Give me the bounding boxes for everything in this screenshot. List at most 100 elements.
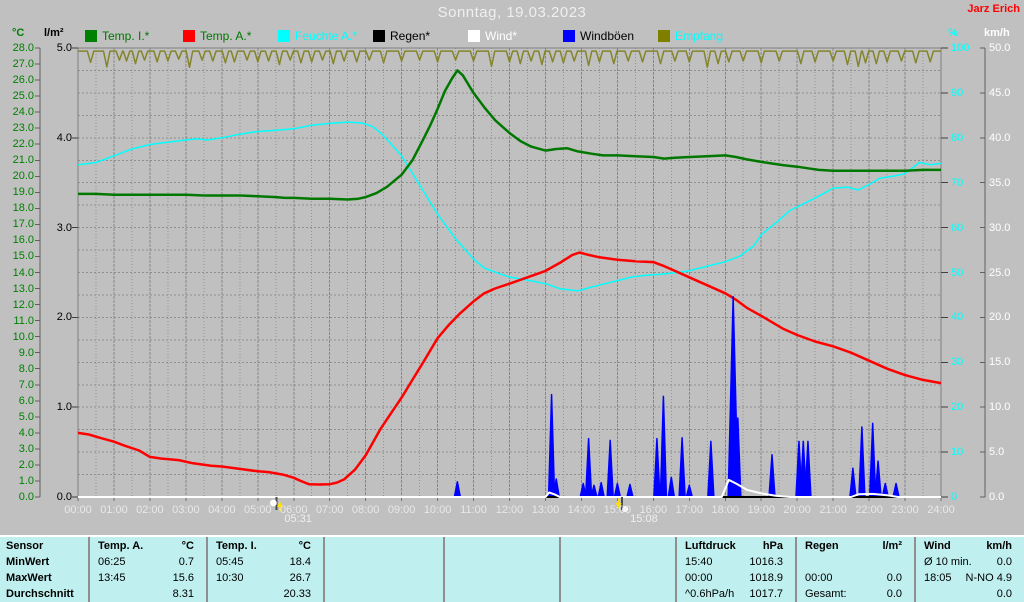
- windspeed-axis-label: 20.0: [989, 311, 1011, 324]
- temp-axis-label: 20.0: [12, 170, 34, 183]
- windspeed-axis-label: 35.0: [989, 176, 1011, 189]
- table-row-label: Sensor: [6, 540, 44, 552]
- humidity-axis-label: 50: [951, 266, 964, 279]
- rain-axis-label: 4.0: [56, 131, 72, 144]
- humidity-axis-label: 40: [951, 311, 964, 324]
- sunrise-time-label: 05:31: [284, 513, 312, 525]
- gust-bar: [849, 467, 857, 498]
- temp-axis-label: 21.0: [12, 154, 34, 167]
- gust-bar: [613, 482, 622, 498]
- gust-bar: [606, 439, 614, 498]
- gust-bar: [453, 480, 462, 498]
- weather-station-window: Sonntag, 19.03.2023 Jarz Erich °C l/m² %…: [0, 0, 1024, 602]
- gust-bar: [659, 395, 668, 498]
- temp-axis-label: 7.0: [18, 378, 34, 391]
- humidity-axis-label: 10: [951, 446, 964, 459]
- table-cell-value: °C: [181, 540, 194, 552]
- rain-axis-label: 2.0: [56, 311, 72, 324]
- gust-bar: [707, 440, 715, 498]
- temp-axis-label: 23.0: [12, 122, 34, 135]
- temp-axis-label: 22.0: [12, 138, 34, 151]
- windspeed-axis-label: 10.0: [989, 401, 1011, 414]
- temp-axis-label: 2.0: [18, 458, 34, 471]
- gust-bar: [685, 484, 694, 498]
- temp-axis-label: 16.0: [12, 234, 34, 247]
- table-row-label: Durchschnitt: [6, 588, 74, 600]
- temp-axis-label: 18.0: [12, 202, 34, 215]
- table-cell-value: 1016.3: [749, 556, 783, 568]
- gust-bar: [874, 460, 882, 498]
- table-cell-value: 20.33: [283, 588, 311, 600]
- table-cell-value: 0.0: [886, 572, 902, 584]
- temp-axis-label: 11.0: [13, 314, 34, 327]
- windspeed-axis-label: 50.0: [989, 42, 1011, 54]
- temp-axis-label: 12.0: [12, 298, 34, 311]
- table-cell-value: N-NO 4.9: [965, 572, 1012, 584]
- table-cell-value: 26.7: [289, 572, 311, 584]
- temp-axis-label: 26.0: [12, 74, 34, 87]
- temp-axis-label: 28.0: [12, 42, 34, 54]
- temp-axis-label: 17.0: [12, 218, 34, 231]
- temp-axis-label: 6.0: [18, 394, 34, 407]
- gust-bar: [678, 436, 686, 498]
- gust-bar: [653, 437, 661, 498]
- table-cell-value: 0.7: [178, 556, 194, 568]
- gust-bar: [804, 440, 812, 498]
- temp-axis-label: 14.0: [12, 266, 34, 279]
- temp-axis-label: 1.0: [18, 474, 34, 487]
- gust-bar: [597, 481, 605, 498]
- gust-bar: [584, 437, 593, 498]
- temp-axis-label: 15.0: [12, 250, 34, 263]
- temp-axis-label: 4.0: [18, 426, 34, 439]
- humidity-axis-label: 70: [951, 176, 964, 189]
- table-cell-value: 0.0: [996, 588, 1012, 600]
- temp-axis-label: 8.0: [18, 362, 34, 375]
- humidity-axis-label: 90: [951, 86, 964, 99]
- table-cell-value: km/h: [986, 540, 1012, 552]
- summary-table: Sensor MinWert MaxWert Durchschnitt Temp. A.…: [0, 535, 1024, 602]
- rain-axis-label: 0.0: [56, 491, 72, 503]
- windspeed-axis-label: 45.0: [989, 86, 1011, 99]
- table-cell-value: [805, 555, 902, 571]
- gust-bar: [868, 422, 877, 498]
- table-cell-value: 1018.9: [749, 572, 783, 584]
- table-divider: [559, 537, 561, 602]
- table-cell-value: 1017.7: [749, 588, 783, 600]
- table-cell-value: °C: [298, 540, 311, 552]
- gust-bar: [858, 426, 866, 498]
- temp-axis-label: 5.0: [18, 410, 34, 423]
- table-cell-value: 18.4: [289, 556, 311, 568]
- humidity-axis-label: 0: [951, 491, 958, 503]
- windspeed-axis-label: 15.0: [989, 356, 1011, 369]
- table-cell-value: hPa: [762, 540, 783, 552]
- temp-axis-label: 19.0: [12, 186, 34, 199]
- humidity-axis-label: 30: [951, 356, 964, 369]
- rain-axis-label: 5.0: [56, 42, 72, 54]
- table-cell-value: 15.6: [172, 572, 194, 584]
- table-cell-value: 8.31: [172, 588, 194, 600]
- table-divider: [795, 537, 797, 602]
- temp-axis-label: 0.0: [18, 491, 34, 503]
- windspeed-axis-label: 5.0: [989, 446, 1005, 459]
- gust-bar: [626, 483, 634, 498]
- gust-bar: [590, 484, 598, 498]
- temp-axis-label: 25.0: [12, 90, 34, 103]
- humidity-axis-label: 60: [951, 221, 964, 234]
- windspeed-axis-label: 25.0: [989, 266, 1011, 279]
- table-divider: [206, 537, 208, 602]
- humidity-axis-label: 20: [951, 401, 964, 414]
- temp-axis-label: 13.0: [12, 282, 34, 295]
- table-divider: [88, 537, 90, 602]
- temp-axis-label: 24.0: [12, 106, 34, 119]
- table-divider: [323, 537, 325, 602]
- temp-axis-label: 10.0: [12, 330, 34, 343]
- gust-bar: [892, 482, 900, 498]
- table-cell-value: l/m²: [882, 540, 902, 552]
- x-axis-label: 24:00: [927, 504, 955, 516]
- gust-bar: [768, 454, 776, 498]
- rain-axis-label: 3.0: [56, 221, 72, 234]
- humidity-axis-label: 80: [951, 131, 964, 144]
- temp-axis-label: 3.0: [18, 442, 34, 455]
- windspeed-axis-label: 0.0: [989, 491, 1005, 503]
- table-divider: [675, 537, 677, 602]
